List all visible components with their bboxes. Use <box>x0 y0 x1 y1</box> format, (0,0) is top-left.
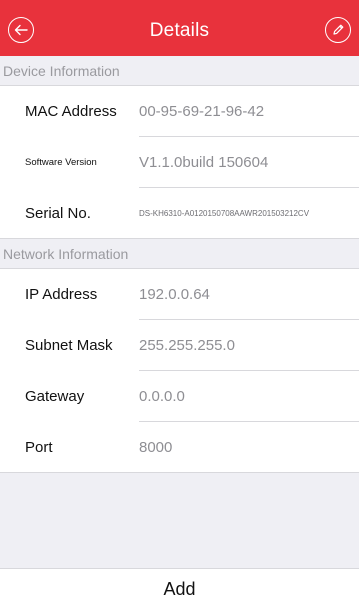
port-value: 8000 <box>139 439 173 456</box>
device-info-group: MAC Address 00-95-69-21-96-42 Software V… <box>0 86 359 239</box>
serial-no-label: Serial No. <box>25 205 91 222</box>
row-mac-address: MAC Address 00-95-69-21-96-42 <box>0 86 359 137</box>
mac-address-label: MAC Address <box>25 103 117 120</box>
subnet-mask-label: Subnet Mask <box>25 337 113 354</box>
ip-address-label: IP Address <box>25 286 98 303</box>
ip-address-value: 192.0.0.64 <box>139 286 210 303</box>
software-version-label: Software Version <box>25 157 97 168</box>
network-info-group: IP Address 192.0.0.64 Subnet Mask 255.25… <box>0 269 359 473</box>
gateway-value: 0.0.0.0 <box>139 388 185 405</box>
back-button[interactable] <box>8 17 34 43</box>
mac-address-value: 00-95-69-21-96-42 <box>139 103 265 120</box>
row-gateway: Gateway 0.0.0.0 <box>0 371 359 422</box>
page-title: Details <box>149 20 210 41</box>
section-header-device-information: Device Information <box>0 56 359 86</box>
port-label: Port <box>25 439 53 456</box>
row-port: Port 8000 <box>0 422 359 473</box>
software-version-value: V1.1.0build 150604 <box>139 154 269 171</box>
divider <box>0 472 359 473</box>
add-button[interactable]: Add <box>0 568 359 610</box>
subnet-mask-value: 255.255.255.0 <box>139 337 235 354</box>
row-ip-address: IP Address 192.0.0.64 <box>0 269 359 320</box>
back-arrow-icon <box>14 24 28 36</box>
top-bar: Details <box>0 0 359 56</box>
row-serial-no: Serial No. DS-KH6310-A0120150708AAWR2015… <box>0 188 359 239</box>
details-screen: Details Device Information MAC Address 0… <box>0 0 359 610</box>
edit-button[interactable] <box>325 17 351 43</box>
pencil-icon <box>331 23 345 37</box>
row-software-version: Software Version V1.1.0build 150604 <box>0 137 359 188</box>
serial-no-value: DS-KH6310-A0120150708AAWR201503212CV <box>139 209 310 218</box>
section-header-network-information: Network Information <box>0 239 359 269</box>
row-subnet-mask: Subnet Mask 255.255.255.0 <box>0 320 359 371</box>
gateway-label: Gateway <box>25 388 85 405</box>
